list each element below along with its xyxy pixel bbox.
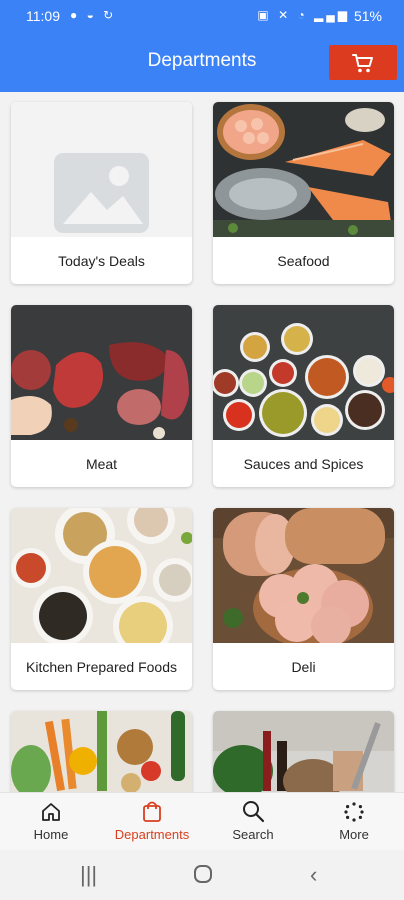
more-icon xyxy=(344,802,364,822)
nav-home[interactable]: Home xyxy=(22,793,80,851)
system-navigation-bar: ||| ‹ xyxy=(0,850,404,900)
nav-search-label: Search xyxy=(232,827,274,842)
nav-more[interactable]: More xyxy=(326,793,382,851)
department-card-sauces-and-spices[interactable]: Sauces and Spices xyxy=(213,305,394,487)
department-card-deli[interactable]: Deli xyxy=(213,508,394,690)
grocery-image xyxy=(213,711,394,792)
bag-icon xyxy=(143,801,161,822)
nav-home-label: Home xyxy=(33,827,69,842)
department-label: Seafood xyxy=(277,252,330,269)
home-button-icon[interactable] xyxy=(193,864,213,890)
department-label: Kitchen Prepared Foods xyxy=(26,658,177,675)
cart-icon xyxy=(352,53,373,72)
department-card-seafood[interactable]: Seafood xyxy=(213,102,394,284)
back-icon[interactable]: ‹ xyxy=(310,862,317,888)
department-label: Today's Deals xyxy=(58,252,145,269)
department-card-meat[interactable]: Meat xyxy=(11,305,192,487)
notification-icons: ● ◒ ↻ xyxy=(70,8,117,22)
app-header: 11:09 ● ◒ ↻ ▣ ✕ ◔ ▂▄▆ 51% Departments xyxy=(0,0,404,92)
nav-more-label: More xyxy=(339,827,369,842)
home-icon xyxy=(42,803,60,821)
nav-search[interactable]: Search xyxy=(224,793,282,851)
kitchen-prepared-foods-image xyxy=(11,508,192,643)
seafood-image xyxy=(213,102,394,237)
department-label: Deli xyxy=(291,658,316,675)
nav-departments-label: Departments xyxy=(114,827,190,842)
department-card-todays-deals[interactable]: Today's Deals xyxy=(11,102,192,284)
departments-grid: Today's Deals Seafood Meat Sauces and Sp… xyxy=(0,92,404,792)
nav-departments[interactable]: Departments xyxy=(104,793,200,851)
department-label: Meat xyxy=(85,455,118,472)
department-card-kitchen-prepared-foods[interactable]: Kitchen Prepared Foods xyxy=(11,508,192,690)
recent-apps-icon[interactable]: ||| xyxy=(80,862,97,888)
department-label: Sauces and Spices xyxy=(243,455,364,472)
produce-image xyxy=(11,711,192,792)
status-bar: 11:09 ● ◒ ↻ ▣ ✕ ◔ ▂▄▆ 51% xyxy=(0,0,404,32)
battery-level: 51% xyxy=(353,8,382,24)
meat-image xyxy=(11,305,192,440)
system-status-icons: ▣ ✕ ◔ ▂▄▆ xyxy=(257,8,350,22)
bottom-navigation: Home Departments Search More xyxy=(0,792,404,850)
sauces-and-spices-image xyxy=(213,305,394,440)
department-card-grocery[interactable] xyxy=(213,711,394,792)
placeholder-image-icon xyxy=(11,102,192,237)
search-icon xyxy=(243,801,265,823)
department-card-produce[interactable] xyxy=(11,711,192,792)
deli-image xyxy=(213,508,394,643)
screen: 11:09 ● ◒ ↻ ▣ ✕ ◔ ▂▄▆ 51% Departments To… xyxy=(0,0,404,900)
status-time: 11:09 xyxy=(26,8,60,24)
cart-button[interactable] xyxy=(329,45,397,80)
